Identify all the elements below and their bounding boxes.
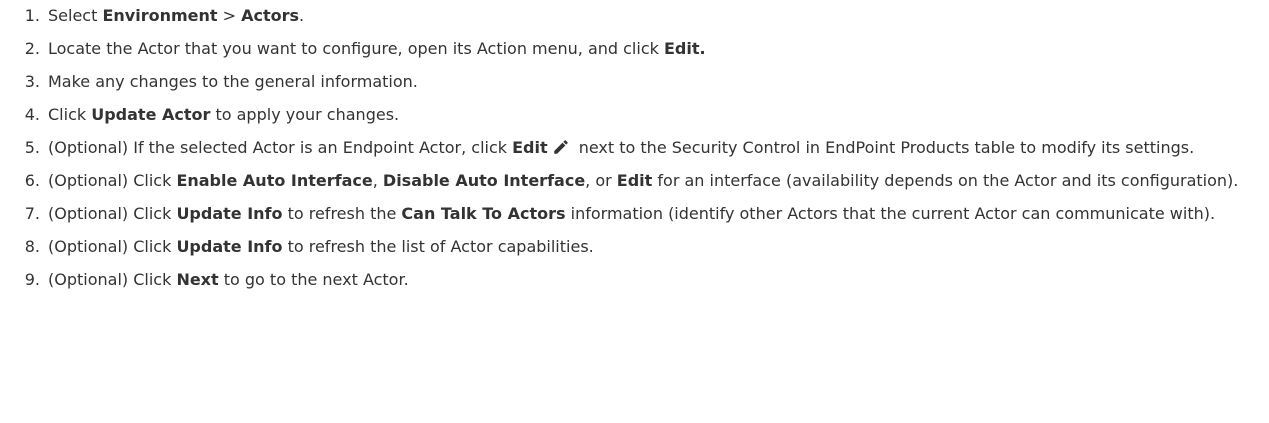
step-number: 9. <box>24 270 40 289</box>
step-number: 4. <box>24 105 40 124</box>
ui-term-can-talk-to-actors: Can Talk To Actors <box>401 204 566 223</box>
step-text-segment: (Optional) Click <box>48 171 177 190</box>
step-7: 7. (Optional) Click Update Info to refre… <box>0 202 1269 226</box>
step-number: 6. <box>24 171 40 190</box>
step-text: Select Environment > Actors. <box>48 4 1253 28</box>
step-text-segment: (Optional) Click <box>48 204 177 223</box>
step-number: 5. <box>24 138 40 157</box>
ui-term-edit: Edit <box>512 138 548 157</box>
step-text-segment: Click <box>48 105 92 124</box>
step-number: 7. <box>24 204 40 223</box>
step-text-segment: (Optional) If the selected Actor is an E… <box>48 138 513 157</box>
step-text-segment: to refresh the list of Actor capabilitie… <box>282 237 594 256</box>
step-1: 1. Select Environment > Actors. <box>0 4 1269 28</box>
ui-term-update-info: Update Info <box>176 204 283 223</box>
step-text-segment: > <box>217 6 242 25</box>
step-9: 9. (Optional) Click Next to go to the ne… <box>0 268 1269 292</box>
step-text-segment: next to the Security Control in EndPoint… <box>573 138 1195 157</box>
step-8: 8. (Optional) Click Update Info to refre… <box>0 235 1269 259</box>
step-text: (Optional) If the selected Actor is an E… <box>48 136 1253 160</box>
step-number: 8. <box>24 237 40 256</box>
step-3: 3. Make any changes to the general infor… <box>0 70 1269 94</box>
step-number: 3. <box>24 72 40 91</box>
step-text: Click Update Actor to apply your changes… <box>48 103 1253 127</box>
step-text-segment: to go to the next Actor. <box>218 270 409 289</box>
step-text-segment: (Optional) Click <box>48 237 177 256</box>
ui-term-update-actor: Update Actor <box>91 105 211 124</box>
procedure-steps-list: 1. Select Environment > Actors. 2. Locat… <box>0 0 1269 292</box>
pencil-icon <box>553 140 568 154</box>
step-text-segment: for an interface (availability depends o… <box>652 171 1239 190</box>
ui-term-update-info: Update Info <box>176 237 283 256</box>
step-text: Make any changes to the general informat… <box>48 70 1253 94</box>
step-number: 2. <box>24 39 40 58</box>
step-text-segment: to apply your changes. <box>210 105 400 124</box>
ui-term-next: Next <box>176 270 219 289</box>
step-text-segment: information (identify other Actors that … <box>565 204 1216 223</box>
step-6: 6. (Optional) Click Enable Auto Interfac… <box>0 169 1269 193</box>
step-text: (Optional) Click Enable Auto Interface , … <box>48 169 1253 193</box>
step-4: 4. Click Update Actor to apply your chan… <box>0 103 1269 127</box>
step-text-segment: to refresh the <box>282 204 402 223</box>
step-text: Locate the Actor that you want to config… <box>48 37 1253 61</box>
ui-term-actors: Actors <box>241 6 300 25</box>
step-text-segment: . <box>299 6 305 25</box>
step-text: (Optional) Click Update Info to refresh … <box>48 202 1253 226</box>
ui-term-edit: Edit. <box>663 39 706 58</box>
step-text-segment: , or <box>585 171 617 190</box>
ui-term-edit: Edit <box>616 171 653 190</box>
step-5: 5. (Optional) If the selected Actor is a… <box>0 136 1269 160</box>
step-text-segment: Select <box>48 6 103 25</box>
step-text-segment: (Optional) Click <box>48 270 177 289</box>
step-text: (Optional) Click Update Info to refresh … <box>48 235 1253 259</box>
step-2: 2. Locate the Actor that you want to con… <box>0 37 1269 61</box>
ui-term-disable-auto-interface: Disable Auto Interface <box>382 171 586 190</box>
ui-term-enable-auto-interface: Enable Auto Interface <box>176 171 373 190</box>
step-number: 1. <box>24 6 40 25</box>
ui-term-environment: Environment <box>102 6 218 25</box>
step-text-segment: , <box>372 171 383 190</box>
step-text-segment: Make any changes to the general informat… <box>48 72 418 91</box>
step-text: (Optional) Click Next to go to the next … <box>48 268 1253 292</box>
step-text-segment: Locate the Actor that you want to config… <box>48 39 664 58</box>
